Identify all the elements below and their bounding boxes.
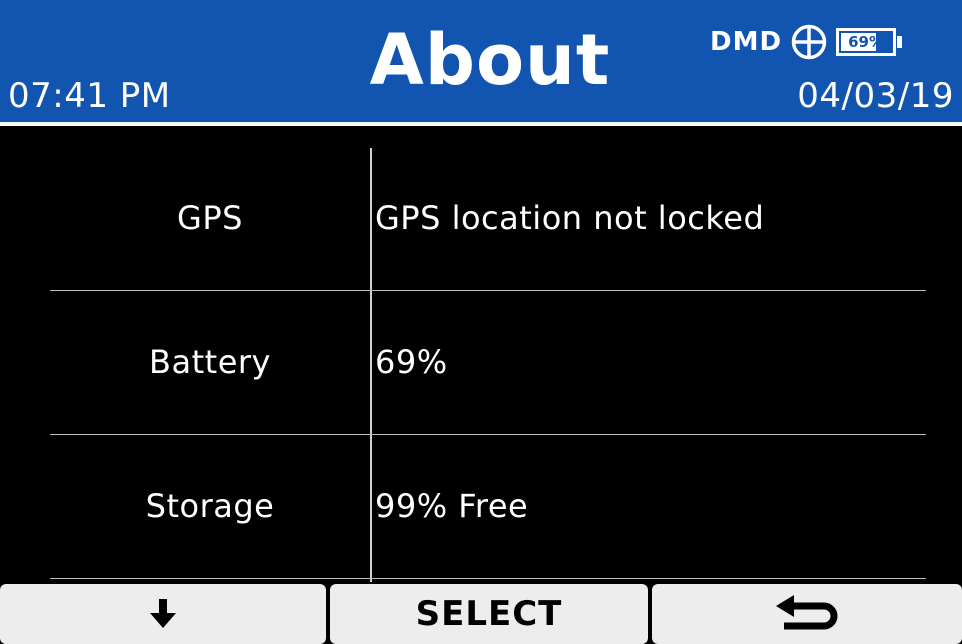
battery-label: Battery xyxy=(149,343,271,381)
about-screen: 07:41 PM About DMD 69% 04/03/19 GPS GPS … xyxy=(0,0,962,644)
select-button[interactable]: SELECT xyxy=(330,584,648,644)
page-title: About xyxy=(369,19,611,101)
gps-value: GPS location not locked xyxy=(375,199,765,237)
clock-date: 04/03/19 xyxy=(797,76,954,116)
column-divider xyxy=(370,148,372,582)
row-divider xyxy=(50,290,926,291)
gps-label: GPS xyxy=(177,199,243,237)
header-bar: 07:41 PM About DMD 69% 04/03/19 xyxy=(0,0,962,122)
about-info-table: GPS GPS location not locked Battery 69% … xyxy=(0,126,962,582)
battery-icon: 69% xyxy=(836,28,897,56)
status-indicators: DMD 69% xyxy=(710,22,903,62)
back-arrow-icon xyxy=(776,595,838,630)
arrow-down-icon xyxy=(150,599,176,628)
mode-indicator: DMD xyxy=(710,27,783,57)
row-divider xyxy=(50,434,926,435)
battery-value: 69% xyxy=(375,343,448,381)
down-button[interactable] xyxy=(0,584,326,644)
row-divider xyxy=(50,578,926,579)
battery-indicator: 69% xyxy=(836,27,903,57)
battery-tip xyxy=(897,36,903,48)
gps-crosshair-icon xyxy=(791,24,827,60)
storage-label: Storage xyxy=(145,487,275,525)
select-button-label: SELECT xyxy=(415,594,563,634)
storage-value: 99% Free xyxy=(375,487,529,525)
battery-percent: 69% xyxy=(848,33,884,51)
back-button[interactable] xyxy=(652,584,962,644)
clock-time: 07:41 PM xyxy=(8,76,171,116)
softkey-bar: SELECT xyxy=(0,582,962,644)
